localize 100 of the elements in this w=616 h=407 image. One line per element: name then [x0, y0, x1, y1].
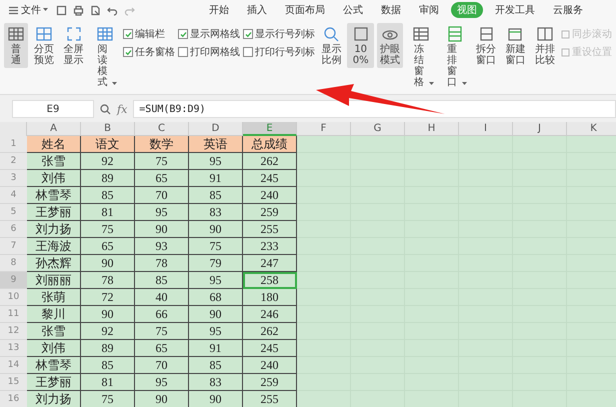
ribbon-tab[interactable]: 开始 [203, 2, 235, 18]
column-header[interactable]: H [405, 122, 459, 136]
toolbar-button[interactable]: 新建窗口 [502, 23, 529, 68]
header-cell: 数学 [135, 136, 189, 153]
table-cell: 78 [81, 272, 135, 289]
table-cell: 75 [135, 153, 189, 170]
table-cell: 孙杰辉 [27, 255, 81, 272]
grid-icon [7, 25, 25, 43]
table-cell: 王梦丽 [27, 204, 81, 221]
save-icon[interactable] [56, 4, 67, 16]
table-cell: 247 [243, 255, 297, 272]
expand-icon [64, 25, 83, 43]
toolbar-button[interactable]: 普通 [4, 23, 28, 68]
table-cell: 245 [243, 170, 297, 187]
table-cell: 王海波 [27, 238, 81, 255]
table-cell: 黎川 [27, 306, 81, 323]
table-cell: 张雪 [27, 153, 81, 170]
ribbon-tab[interactable]: 审阅 [413, 2, 445, 18]
table-cell: 张萌 [27, 289, 81, 306]
toolbar-button[interactable]: 拆分窗口 [472, 23, 500, 68]
header-cell: 姓名 [27, 136, 81, 153]
ribbon-tab[interactable]: 数据 [375, 2, 407, 18]
toolbar-button[interactable]: 重排窗口 [440, 23, 470, 90]
formula-field[interactable]: =SUM(B9:D9) [133, 100, 616, 118]
table-cell: 95 [135, 204, 189, 221]
toolbar-button[interactable]: 并排比较 [532, 23, 558, 68]
grid-icon [96, 25, 114, 43]
checkbox-option[interactable]: 显示行号列标 [243, 27, 316, 41]
column-header[interactable]: K [567, 122, 616, 136]
table-cell: 90 [189, 306, 243, 323]
table-cell: 240 [243, 357, 297, 374]
toolbar-button[interactable]: 阅读模式 [90, 23, 120, 90]
column-header[interactable]: I [459, 122, 513, 136]
ribbon-tab[interactable]: 公式 [337, 2, 369, 18]
checkmark-icon [244, 30, 252, 38]
table-cell: 70 [135, 187, 189, 204]
function-label[interactable]: fx [117, 102, 128, 116]
page-split-icon [35, 25, 54, 43]
checkmark-icon [180, 30, 187, 38]
checkbox-option[interactable]: 编辑栏 [123, 27, 176, 41]
table-cell: 246 [243, 306, 297, 323]
table-cell: 90 [81, 306, 135, 323]
table-cell: 91 [189, 340, 243, 357]
checkmark-icon [124, 48, 132, 56]
column-header[interactable]: A [27, 122, 81, 136]
undo-icon[interactable] [107, 4, 118, 16]
column-header[interactable]: B [81, 122, 135, 136]
table-cell: 258 [243, 272, 297, 289]
table-cell: 85 [81, 187, 135, 204]
table-cell: 92 [81, 153, 135, 170]
column-header[interactable]: J [513, 122, 567, 136]
magnifier-icon [322, 25, 340, 43]
table-cell: 王梦丽 [27, 374, 81, 391]
table-cell: 刘伟 [27, 340, 81, 357]
table-cell: 85 [135, 272, 189, 289]
ribbon-tab[interactable]: 开发工具 [489, 2, 541, 18]
table-cell: 张雪 [27, 323, 81, 340]
column-header[interactable]: G [351, 122, 405, 136]
table-cell: 90 [81, 255, 135, 272]
table-cell: 89 [81, 170, 135, 187]
table-cell: 79 [189, 255, 243, 272]
ribbon-tab[interactable]: 插入 [241, 2, 273, 18]
table-cell: 65 [135, 170, 189, 187]
toolbar-button[interactable]: 分页预览 [31, 23, 58, 68]
checkbox-option[interactable]: 任务窗格 [123, 45, 176, 59]
table-cell: 75 [135, 323, 189, 340]
toolbar-button[interactable]: 全屏显示 [60, 23, 87, 68]
column-header[interactable]: D [189, 122, 243, 136]
checkbox-option[interactable]: 打印网格线 [178, 45, 240, 59]
checkbox-option[interactable]: 打印行号列标 [243, 45, 316, 59]
column-header[interactable]: F [297, 122, 351, 136]
print-icon[interactable] [73, 4, 84, 16]
toolbar-button[interactable]: 冻结窗格 [406, 23, 437, 90]
ribbon-tab[interactable]: 云服务 [547, 2, 589, 18]
table-cell: 75 [189, 238, 243, 255]
frozen-grid-icon [412, 25, 430, 43]
table-cell: 259 [243, 374, 297, 391]
name-box[interactable]: E9 [12, 100, 94, 118]
table-cell: 95 [135, 374, 189, 391]
table-cell: 233 [243, 238, 297, 255]
table-cell: 90 [135, 221, 189, 238]
preview-icon[interactable] [90, 4, 101, 16]
file-menu[interactable]: 文件 [6, 3, 50, 17]
table-cell: 81 [81, 374, 135, 391]
ribbon-tab[interactable]: 页面布局 [279, 2, 331, 18]
toolbar-button[interactable]: 100% [347, 23, 374, 68]
table-cell: 65 [81, 238, 135, 255]
table-cell: 95 [189, 272, 243, 289]
table-cell: 255 [243, 221, 297, 238]
column-header[interactable]: C [135, 122, 189, 136]
checkbox-option[interactable]: 显示网格线 [178, 27, 240, 41]
frame-icon [352, 25, 370, 43]
table-cell: 70 [135, 357, 189, 374]
toolbar-button[interactable]: 显示比例 [318, 23, 344, 68]
toolbar-button[interactable]: 护眼模式 [376, 23, 404, 68]
zoom-icon[interactable] [100, 104, 111, 114]
table-cell: 66 [135, 306, 189, 323]
side-by-side-icon [536, 25, 554, 43]
table-cell: 刘丽丽 [27, 272, 81, 289]
table-cell: 刘伟 [27, 170, 81, 187]
